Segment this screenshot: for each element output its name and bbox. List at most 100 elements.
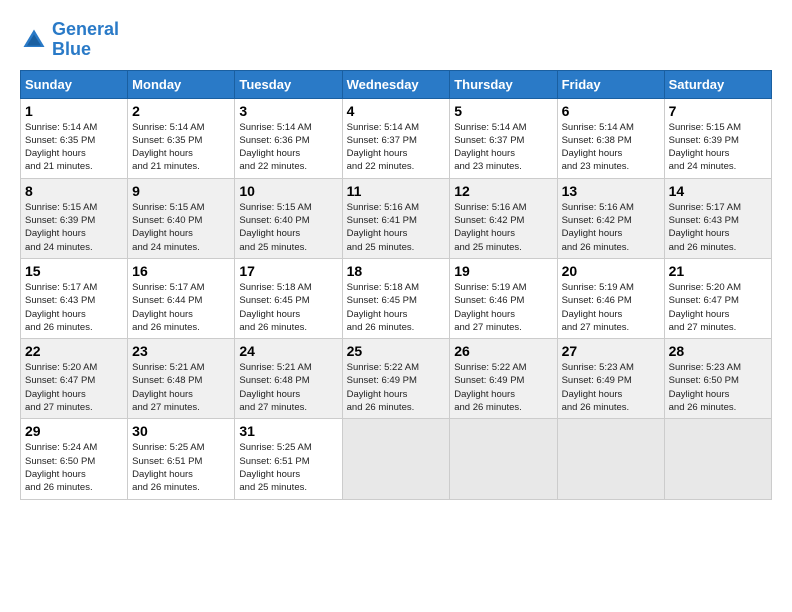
- day-number: 25: [347, 343, 446, 359]
- day-detail: Sunrise: 5:20 AM Sunset: 6:47 PM Dayligh…: [669, 281, 767, 334]
- calendar-table: SundayMondayTuesdayWednesdayThursdayFrid…: [20, 70, 772, 500]
- day-detail: Sunrise: 5:22 AM Sunset: 6:49 PM Dayligh…: [454, 361, 552, 414]
- weekday-header-tuesday: Tuesday: [235, 70, 342, 98]
- calendar-day: 21 Sunrise: 5:20 AM Sunset: 6:47 PM Dayl…: [664, 258, 771, 338]
- day-number: 29: [25, 423, 123, 439]
- day-number: 10: [239, 183, 337, 199]
- calendar-day: 24 Sunrise: 5:21 AM Sunset: 6:48 PM Dayl…: [235, 339, 342, 419]
- day-number: 17: [239, 263, 337, 279]
- day-detail: Sunrise: 5:23 AM Sunset: 6:49 PM Dayligh…: [562, 361, 660, 414]
- day-number: 1: [25, 103, 123, 119]
- day-number: 19: [454, 263, 552, 279]
- day-number: 24: [239, 343, 337, 359]
- calendar-day: 26 Sunrise: 5:22 AM Sunset: 6:49 PM Dayl…: [450, 339, 557, 419]
- calendar-day: 31 Sunrise: 5:25 AM Sunset: 6:51 PM Dayl…: [235, 419, 342, 499]
- calendar-day: 3 Sunrise: 5:14 AM Sunset: 6:36 PM Dayli…: [235, 98, 342, 178]
- day-number: 13: [562, 183, 660, 199]
- calendar-week-4: 22 Sunrise: 5:20 AM Sunset: 6:47 PM Dayl…: [21, 339, 772, 419]
- day-detail: Sunrise: 5:14 AM Sunset: 6:35 PM Dayligh…: [25, 121, 123, 174]
- day-number: 18: [347, 263, 446, 279]
- day-detail: Sunrise: 5:22 AM Sunset: 6:49 PM Dayligh…: [347, 361, 446, 414]
- calendar-day: 28 Sunrise: 5:23 AM Sunset: 6:50 PM Dayl…: [664, 339, 771, 419]
- calendar-week-3: 15 Sunrise: 5:17 AM Sunset: 6:43 PM Dayl…: [21, 258, 772, 338]
- calendar-day: 2 Sunrise: 5:14 AM Sunset: 6:35 PM Dayli…: [128, 98, 235, 178]
- weekday-header-sunday: Sunday: [21, 70, 128, 98]
- calendar-day: 9 Sunrise: 5:15 AM Sunset: 6:40 PM Dayli…: [128, 178, 235, 258]
- day-number: 14: [669, 183, 767, 199]
- calendar-week-2: 8 Sunrise: 5:15 AM Sunset: 6:39 PM Dayli…: [21, 178, 772, 258]
- weekday-header-wednesday: Wednesday: [342, 70, 450, 98]
- day-detail: Sunrise: 5:25 AM Sunset: 6:51 PM Dayligh…: [132, 441, 230, 494]
- day-detail: Sunrise: 5:16 AM Sunset: 6:42 PM Dayligh…: [454, 201, 552, 254]
- day-number: 7: [669, 103, 767, 119]
- logo: General Blue: [20, 20, 119, 60]
- logo-icon: [20, 26, 48, 54]
- calendar-day: [450, 419, 557, 499]
- day-detail: Sunrise: 5:24 AM Sunset: 6:50 PM Dayligh…: [25, 441, 123, 494]
- day-number: 23: [132, 343, 230, 359]
- calendar-day: 6 Sunrise: 5:14 AM Sunset: 6:38 PM Dayli…: [557, 98, 664, 178]
- day-detail: Sunrise: 5:20 AM Sunset: 6:47 PM Dayligh…: [25, 361, 123, 414]
- day-number: 12: [454, 183, 552, 199]
- day-detail: Sunrise: 5:18 AM Sunset: 6:45 PM Dayligh…: [239, 281, 337, 334]
- calendar-day: 7 Sunrise: 5:15 AM Sunset: 6:39 PM Dayli…: [664, 98, 771, 178]
- day-detail: Sunrise: 5:18 AM Sunset: 6:45 PM Dayligh…: [347, 281, 446, 334]
- calendar-day: 1 Sunrise: 5:14 AM Sunset: 6:35 PM Dayli…: [21, 98, 128, 178]
- calendar-day: 23 Sunrise: 5:21 AM Sunset: 6:48 PM Dayl…: [128, 339, 235, 419]
- day-detail: Sunrise: 5:21 AM Sunset: 6:48 PM Dayligh…: [239, 361, 337, 414]
- day-detail: Sunrise: 5:14 AM Sunset: 6:36 PM Dayligh…: [239, 121, 337, 174]
- calendar-day: [557, 419, 664, 499]
- day-detail: Sunrise: 5:16 AM Sunset: 6:42 PM Dayligh…: [562, 201, 660, 254]
- day-number: 22: [25, 343, 123, 359]
- day-number: 26: [454, 343, 552, 359]
- day-detail: Sunrise: 5:15 AM Sunset: 6:40 PM Dayligh…: [239, 201, 337, 254]
- day-detail: Sunrise: 5:14 AM Sunset: 6:35 PM Dayligh…: [132, 121, 230, 174]
- weekday-header-saturday: Saturday: [664, 70, 771, 98]
- day-detail: Sunrise: 5:23 AM Sunset: 6:50 PM Dayligh…: [669, 361, 767, 414]
- calendar-day: 27 Sunrise: 5:23 AM Sunset: 6:49 PM Dayl…: [557, 339, 664, 419]
- day-detail: Sunrise: 5:15 AM Sunset: 6:39 PM Dayligh…: [669, 121, 767, 174]
- day-detail: Sunrise: 5:15 AM Sunset: 6:40 PM Dayligh…: [132, 201, 230, 254]
- calendar-day: 18 Sunrise: 5:18 AM Sunset: 6:45 PM Dayl…: [342, 258, 450, 338]
- weekday-header-friday: Friday: [557, 70, 664, 98]
- calendar-day: 8 Sunrise: 5:15 AM Sunset: 6:39 PM Dayli…: [21, 178, 128, 258]
- weekday-header-thursday: Thursday: [450, 70, 557, 98]
- day-detail: Sunrise: 5:16 AM Sunset: 6:41 PM Dayligh…: [347, 201, 446, 254]
- day-detail: Sunrise: 5:14 AM Sunset: 6:37 PM Dayligh…: [454, 121, 552, 174]
- day-number: 8: [25, 183, 123, 199]
- day-number: 21: [669, 263, 767, 279]
- day-number: 2: [132, 103, 230, 119]
- calendar-week-5: 29 Sunrise: 5:24 AM Sunset: 6:50 PM Dayl…: [21, 419, 772, 499]
- day-number: 9: [132, 183, 230, 199]
- day-number: 4: [347, 103, 446, 119]
- calendar-week-1: 1 Sunrise: 5:14 AM Sunset: 6:35 PM Dayli…: [21, 98, 772, 178]
- day-detail: Sunrise: 5:17 AM Sunset: 6:43 PM Dayligh…: [669, 201, 767, 254]
- weekday-header-monday: Monday: [128, 70, 235, 98]
- day-detail: Sunrise: 5:19 AM Sunset: 6:46 PM Dayligh…: [454, 281, 552, 334]
- calendar-day: 25 Sunrise: 5:22 AM Sunset: 6:49 PM Dayl…: [342, 339, 450, 419]
- day-number: 31: [239, 423, 337, 439]
- day-number: 11: [347, 183, 446, 199]
- calendar-day: 10 Sunrise: 5:15 AM Sunset: 6:40 PM Dayl…: [235, 178, 342, 258]
- calendar-header: SundayMondayTuesdayWednesdayThursdayFrid…: [21, 70, 772, 98]
- page-header: General Blue: [20, 20, 772, 60]
- weekday-row: SundayMondayTuesdayWednesdayThursdayFrid…: [21, 70, 772, 98]
- day-detail: Sunrise: 5:19 AM Sunset: 6:46 PM Dayligh…: [562, 281, 660, 334]
- day-number: 16: [132, 263, 230, 279]
- calendar-day: 20 Sunrise: 5:19 AM Sunset: 6:46 PM Dayl…: [557, 258, 664, 338]
- calendar-day: 12 Sunrise: 5:16 AM Sunset: 6:42 PM Dayl…: [450, 178, 557, 258]
- day-detail: Sunrise: 5:17 AM Sunset: 6:43 PM Dayligh…: [25, 281, 123, 334]
- day-number: 27: [562, 343, 660, 359]
- day-number: 30: [132, 423, 230, 439]
- day-detail: Sunrise: 5:15 AM Sunset: 6:39 PM Dayligh…: [25, 201, 123, 254]
- calendar-day: 30 Sunrise: 5:25 AM Sunset: 6:51 PM Dayl…: [128, 419, 235, 499]
- calendar-day: 19 Sunrise: 5:19 AM Sunset: 6:46 PM Dayl…: [450, 258, 557, 338]
- day-number: 3: [239, 103, 337, 119]
- day-number: 5: [454, 103, 552, 119]
- day-detail: Sunrise: 5:17 AM Sunset: 6:44 PM Dayligh…: [132, 281, 230, 334]
- day-number: 15: [25, 263, 123, 279]
- day-number: 28: [669, 343, 767, 359]
- calendar-day: 22 Sunrise: 5:20 AM Sunset: 6:47 PM Dayl…: [21, 339, 128, 419]
- calendar-day: 11 Sunrise: 5:16 AM Sunset: 6:41 PM Dayl…: [342, 178, 450, 258]
- calendar-day: 15 Sunrise: 5:17 AM Sunset: 6:43 PM Dayl…: [21, 258, 128, 338]
